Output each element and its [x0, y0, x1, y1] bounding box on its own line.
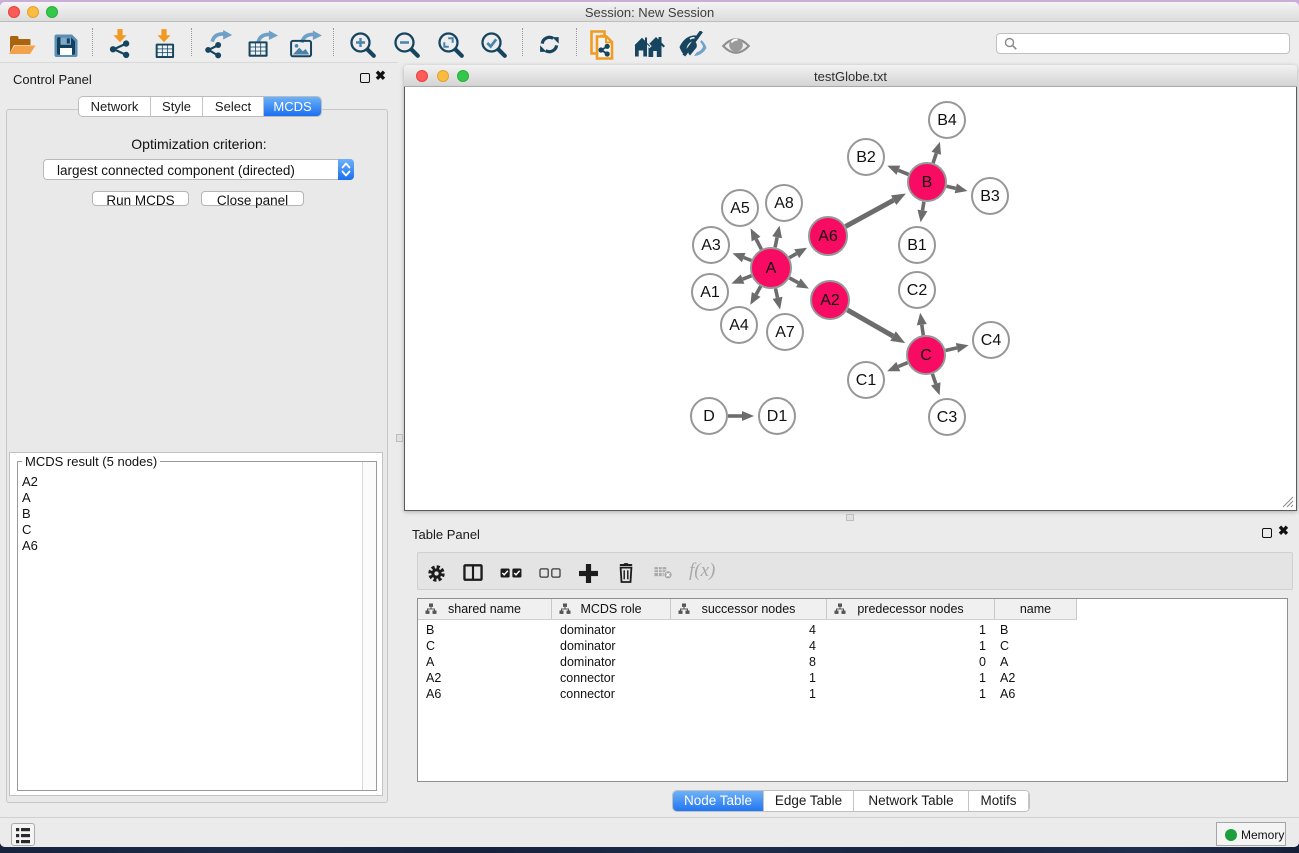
svg-text:B3: B3 — [980, 188, 1000, 205]
svg-text:B: B — [922, 174, 933, 191]
svg-text:D: D — [703, 408, 715, 425]
svg-text:A8: A8 — [774, 195, 794, 212]
svg-text:A: A — [766, 260, 777, 277]
svg-text:A7: A7 — [775, 324, 795, 341]
svg-text:B4: B4 — [937, 112, 957, 129]
svg-text:D1: D1 — [767, 408, 788, 425]
svg-text:C2: C2 — [907, 282, 928, 299]
svg-text:B2: B2 — [856, 149, 876, 166]
svg-text:C4: C4 — [981, 332, 1002, 349]
svg-text:C: C — [920, 347, 932, 364]
svg-text:B1: B1 — [907, 237, 927, 254]
svg-text:A2: A2 — [820, 292, 840, 309]
svg-text:A6: A6 — [818, 228, 838, 245]
svg-text:C1: C1 — [856, 372, 877, 389]
svg-text:A4: A4 — [729, 317, 749, 334]
svg-text:C3: C3 — [937, 409, 958, 426]
svg-text:A5: A5 — [730, 200, 750, 217]
svg-text:A3: A3 — [701, 237, 721, 254]
svg-text:A1: A1 — [700, 284, 720, 301]
